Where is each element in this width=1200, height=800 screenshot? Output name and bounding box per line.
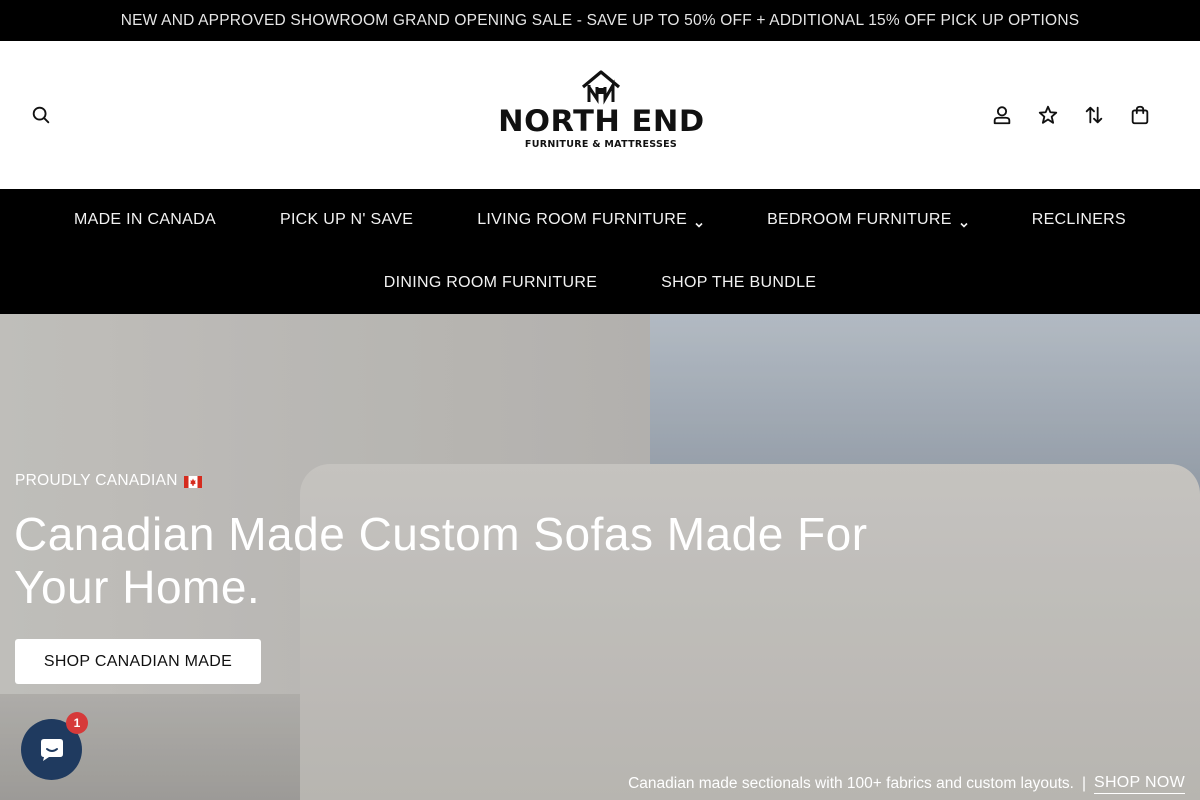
nav-label: LIVING ROOM FURNITURE <box>477 211 688 228</box>
hero-banner: PROUDLY CANADIAN Canadian Made Custom So… <box>0 314 1200 800</box>
announcement-bar: NEW AND APPROVED SHOWROOM GRAND OPENING … <box>0 0 1200 41</box>
nav-label: MADE IN CANADA <box>73 211 216 228</box>
site-header: NORTH END FURNITURE & MATTRESSES <box>0 41 1200 189</box>
shop-canadian-made-button[interactable]: SHOP CANADIAN MADE <box>15 639 261 684</box>
logo-wordmark: NORTH END <box>497 104 705 138</box>
nav-label: BEDROOM FURNITURE <box>767 211 952 228</box>
chat-notification-badge: 1 <box>66 712 88 734</box>
nav-row-1: MADE IN CANADA PICK UP N' SAVE LIVING RO… <box>0 209 1200 231</box>
hero-eyebrow: PROUDLY CANADIAN <box>15 472 202 490</box>
nav-label: SHOP THE BUNDLE <box>661 274 817 291</box>
hero-eyebrow-text: PROUDLY CANADIAN <box>15 472 178 489</box>
shop-now-link[interactable]: SHOP NOW <box>1093 774 1185 794</box>
logo-house-icon <box>581 70 621 105</box>
nav-label: RECLINERS <box>1031 211 1127 228</box>
nav-pick-up-n-save[interactable]: PICK UP N' SAVE <box>280 209 413 231</box>
main-navigation: MADE IN CANADA PICK UP N' SAVE LIVING RO… <box>0 189 1200 314</box>
site-logo[interactable]: NORTH END FURNITURE & MATTRESSES <box>490 69 712 157</box>
chat-bubble-icon <box>40 738 63 761</box>
nav-row-2: DINING ROOM FURNITURE SHOP THE BUNDLE <box>0 272 1200 294</box>
nav-made-in-canada[interactable]: MADE IN CANADA <box>74 209 216 231</box>
nav-label: PICK UP N' SAVE <box>279 211 414 228</box>
cart-bag-icon[interactable] <box>1125 100 1155 130</box>
chevron-down-icon <box>695 216 703 228</box>
caption-separator: | <box>1081 775 1086 792</box>
nav-dining-room-furniture[interactable]: DINING ROOM FURNITURE <box>384 272 597 294</box>
compare-icon[interactable] <box>1079 100 1109 130</box>
nav-recliners[interactable]: RECLINERS <box>1032 209 1126 231</box>
nav-living-room-furniture[interactable]: LIVING ROOM FURNITURE <box>477 209 703 231</box>
nav-shop-the-bundle[interactable]: SHOP THE BUNDLE <box>661 272 816 294</box>
wishlist-star-icon[interactable] <box>1033 100 1063 130</box>
account-icon[interactable] <box>987 100 1017 130</box>
canada-flag-icon <box>183 475 202 488</box>
hero-headline: Canadian Made Custom Sofas Made For Your… <box>14 508 868 613</box>
chevron-down-icon <box>960 216 968 228</box>
hero-caption: Canadian made sectionals with 100+ fabri… <box>628 774 1185 794</box>
nav-bedroom-furniture[interactable]: BEDROOM FURNITURE <box>767 209 968 231</box>
search-icon[interactable] <box>26 100 56 130</box>
nav-label: DINING ROOM FURNITURE <box>383 274 598 291</box>
hero-caption-text: Canadian made sectionals with 100+ fabri… <box>628 775 1074 792</box>
logo-subtitle: FURNITURE & MATTRESSES <box>524 139 678 150</box>
announcement-text: NEW AND APPROVED SHOWROOM GRAND OPENING … <box>120 11 1080 29</box>
